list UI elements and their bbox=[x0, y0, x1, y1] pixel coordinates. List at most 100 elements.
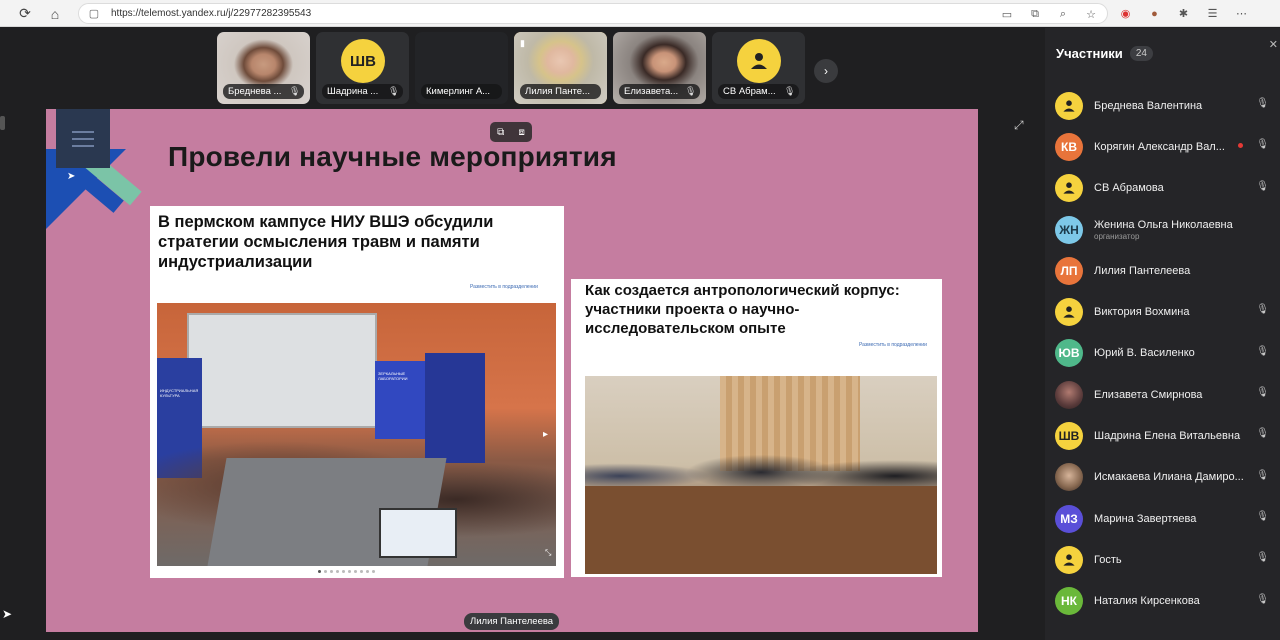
slide-title: Провели научные мероприятия bbox=[168, 141, 617, 172]
participant-name: Бреднева Валентина bbox=[1094, 99, 1203, 112]
participant-tile[interactable]: Елизавета... 🎙︎ bbox=[613, 32, 706, 104]
participant-row[interactable]: НК Наталия Кирсенкова 🎙︎ bbox=[1055, 581, 1280, 622]
banner-text: ЗЕРКАЛЬНЫЕ ЛАБОРАТОРИИ bbox=[378, 371, 408, 381]
participant-row[interactable]: ЖН Женина Ольга Николаевна организатор bbox=[1055, 209, 1280, 250]
mic-muted-icon: 🎙︎ bbox=[1256, 139, 1269, 151]
participant-row[interactable]: Исмакаева Илиана Дамиро... 🎙︎ bbox=[1055, 457, 1280, 498]
news-card-title: Как создается антропологический корпус: … bbox=[585, 282, 900, 337]
participant-row[interactable]: КВ Корягин Александр Вал... 🎙︎ bbox=[1055, 126, 1280, 167]
mic-muted-icon: 🎙︎ bbox=[1256, 98, 1269, 109]
participant-row[interactable]: Бреднева Валентина 🎙︎ bbox=[1055, 85, 1280, 126]
projector-screen bbox=[187, 313, 377, 428]
participant-name: Шадрина Елена Витальевна bbox=[1094, 430, 1241, 443]
home-icon[interactable]: ⌂ bbox=[42, 0, 68, 27]
participant-role: организатор bbox=[1094, 231, 1140, 241]
panel-handle[interactable] bbox=[0, 116, 5, 130]
participant-name: Елизавета Смирнова bbox=[1094, 388, 1203, 401]
translate-icon[interactable]: ⧉ bbox=[1027, 6, 1043, 22]
participant-name: Лилия Панте... bbox=[525, 86, 590, 97]
participant-row[interactable]: Виктория Вохмина 🎙︎ bbox=[1055, 291, 1280, 332]
person-avatar-icon bbox=[1055, 545, 1083, 574]
mic-muted-icon: 🎙︎ bbox=[1256, 593, 1269, 605]
avatar: ШВ bbox=[1055, 422, 1083, 451]
event-photo bbox=[585, 376, 937, 574]
cursor-icon: ➤ bbox=[67, 171, 76, 182]
share-link: Разместить в подразделении bbox=[470, 284, 538, 290]
share-link: Разместить в подразделении bbox=[859, 342, 927, 348]
avatar: ЛП bbox=[1055, 256, 1083, 285]
avatar: НК bbox=[1055, 587, 1083, 616]
avatar: ШВ bbox=[341, 39, 385, 83]
participant-name: Корягин Александр Вал... bbox=[1094, 140, 1225, 153]
person-avatar-icon bbox=[737, 39, 781, 83]
carousel-dots bbox=[318, 570, 375, 573]
mic-muted-icon: 🎙︎ bbox=[1256, 552, 1269, 564]
zoom-icon[interactable]: ⌕ bbox=[1055, 6, 1071, 22]
participant-row[interactable]: Гость 🎙︎ bbox=[1055, 539, 1280, 580]
banner-text: ИНДУСТРИАЛЬНАЯ КУЛЬТУРА bbox=[160, 388, 199, 398]
avatar: ЖН bbox=[1055, 215, 1083, 244]
participant-row[interactable]: МЗ Марина Завертяева 🎙︎ bbox=[1055, 498, 1280, 539]
news-card-title: В пермском кампусе НИУ ВШЭ обсудили стра… bbox=[158, 213, 494, 271]
extension-red-icon[interactable]: ◉ bbox=[1115, 3, 1136, 24]
participant-thumbnails: Бреднева ... 🎙︎ ШВ Шадрина ... 🎙︎ Кимерлин… bbox=[217, 32, 805, 104]
participant-row[interactable]: Елизавета Смирнова 🎙︎ bbox=[1055, 374, 1280, 415]
more-menu-icon[interactable]: ⋯ bbox=[1231, 3, 1252, 24]
picture-in-picture-icon[interactable]: ⧉ bbox=[497, 127, 504, 138]
extensions-puzzle-icon[interactable]: ✱ bbox=[1173, 3, 1194, 24]
reload-icon[interactable]: ⟳ bbox=[12, 0, 38, 27]
avatar-photo bbox=[1055, 463, 1083, 492]
news-card: Как создается антропологический корпус: … bbox=[571, 279, 942, 577]
slide-menu-icon bbox=[56, 109, 110, 168]
participant-row[interactable]: СВ Абрамова 🎙︎ bbox=[1055, 168, 1280, 209]
participant-tile-speaking[interactable]: ▮ Лилия Панте... bbox=[514, 32, 607, 104]
avatar: ЮВ bbox=[1055, 339, 1083, 368]
mic-muted-icon: 🎙︎ bbox=[784, 86, 796, 96]
participant-name: Лилия Пантелеева bbox=[1094, 264, 1191, 277]
mic-muted-icon: 🎙︎ bbox=[388, 86, 400, 96]
participant-tile[interactable]: Кимерлинг А... bbox=[415, 32, 508, 104]
close-icon[interactable]: ✕ bbox=[1269, 38, 1278, 51]
photo-expand-icon: ⤡ bbox=[545, 548, 552, 557]
person-avatar-icon bbox=[1055, 91, 1083, 120]
participant-row[interactable]: ЮВ Юрий В. Василенко 🎙︎ bbox=[1055, 333, 1280, 374]
person-avatar-icon bbox=[1055, 298, 1083, 327]
signal-icon: ▮ bbox=[520, 38, 525, 48]
url-text: https://telemost.yandex.ru/j/22977282395… bbox=[111, 8, 312, 19]
participant-list: Бреднева Валентина 🎙︎ КВ Корягин Алексан… bbox=[1055, 85, 1280, 622]
mic-muted-icon: 🎙︎ bbox=[289, 86, 301, 96]
pop-out-icon[interactable]: ⧈ bbox=[518, 127, 524, 138]
participant-tile[interactable]: ШВ Шадрина ... 🎙︎ bbox=[316, 32, 409, 104]
participant-name: Юрий В. Василенко bbox=[1094, 347, 1195, 360]
participant-name: Виктория Вохмина bbox=[1094, 306, 1190, 319]
news-card: В пермском кампусе НИУ ВШЭ обсудили стра… bbox=[150, 206, 564, 578]
participant-name: Наталия Кирсенкова bbox=[1094, 595, 1200, 608]
site-info-icon[interactable]: ▢ bbox=[87, 7, 101, 21]
meeting-stage-area: Бреднева ... 🎙︎ ШВ Шадрина ... 🎙︎ Кимерлин… bbox=[0, 28, 1045, 640]
participant-name: Исмакаева Илиана Дамиро... bbox=[1094, 471, 1244, 484]
participant-row[interactable]: ШВ Шадрина Елена Витальевна 🎙︎ bbox=[1055, 415, 1280, 456]
favorite-star-icon[interactable]: ☆ bbox=[1083, 6, 1099, 22]
participant-name: Гость bbox=[1094, 553, 1122, 566]
person-avatar-icon bbox=[1055, 174, 1083, 203]
banner: ЗЕРКАЛЬНЫЕ ЛАБОРАТОРИИ bbox=[375, 361, 425, 439]
camera-icon[interactable]: ▭ bbox=[999, 6, 1015, 22]
participant-tile[interactable]: Бреднева ... 🎙︎ bbox=[217, 32, 310, 104]
mic-muted-icon: 🎙︎ bbox=[1256, 387, 1269, 399]
avatar: КВ bbox=[1055, 132, 1083, 161]
favorites-list-icon[interactable]: ☰ bbox=[1202, 3, 1223, 24]
mic-muted-icon: 🎙︎ bbox=[1256, 428, 1269, 440]
mic-muted-icon: 🎙︎ bbox=[1256, 469, 1269, 481]
participant-row[interactable]: ЛП Лилия Пантелеева bbox=[1055, 250, 1280, 291]
fullscreen-icon[interactable]: ⤢ bbox=[1014, 118, 1030, 134]
browser-toolbar: ⟳ ⌂ ▢ https://telemost.yandex.ru/j/22977… bbox=[0, 0, 1280, 27]
address-bar[interactable]: ▢ https://telemost.yandex.ru/j/229772823… bbox=[78, 3, 1108, 24]
participant-name: СВ Абрам... bbox=[723, 86, 776, 97]
extension-brown-icon[interactable]: ● bbox=[1144, 3, 1165, 24]
participant-name: Кимерлинг А... bbox=[426, 86, 491, 97]
screen-share-controls[interactable]: ⧉ ⧈ bbox=[490, 122, 532, 142]
participant-tile[interactable]: СВ Абрам... 🎙︎ bbox=[712, 32, 805, 104]
thumbnails-next-button[interactable]: › bbox=[814, 59, 838, 83]
mic-muted-icon: 🎙︎ bbox=[1256, 345, 1269, 357]
conference-table bbox=[585, 486, 937, 574]
